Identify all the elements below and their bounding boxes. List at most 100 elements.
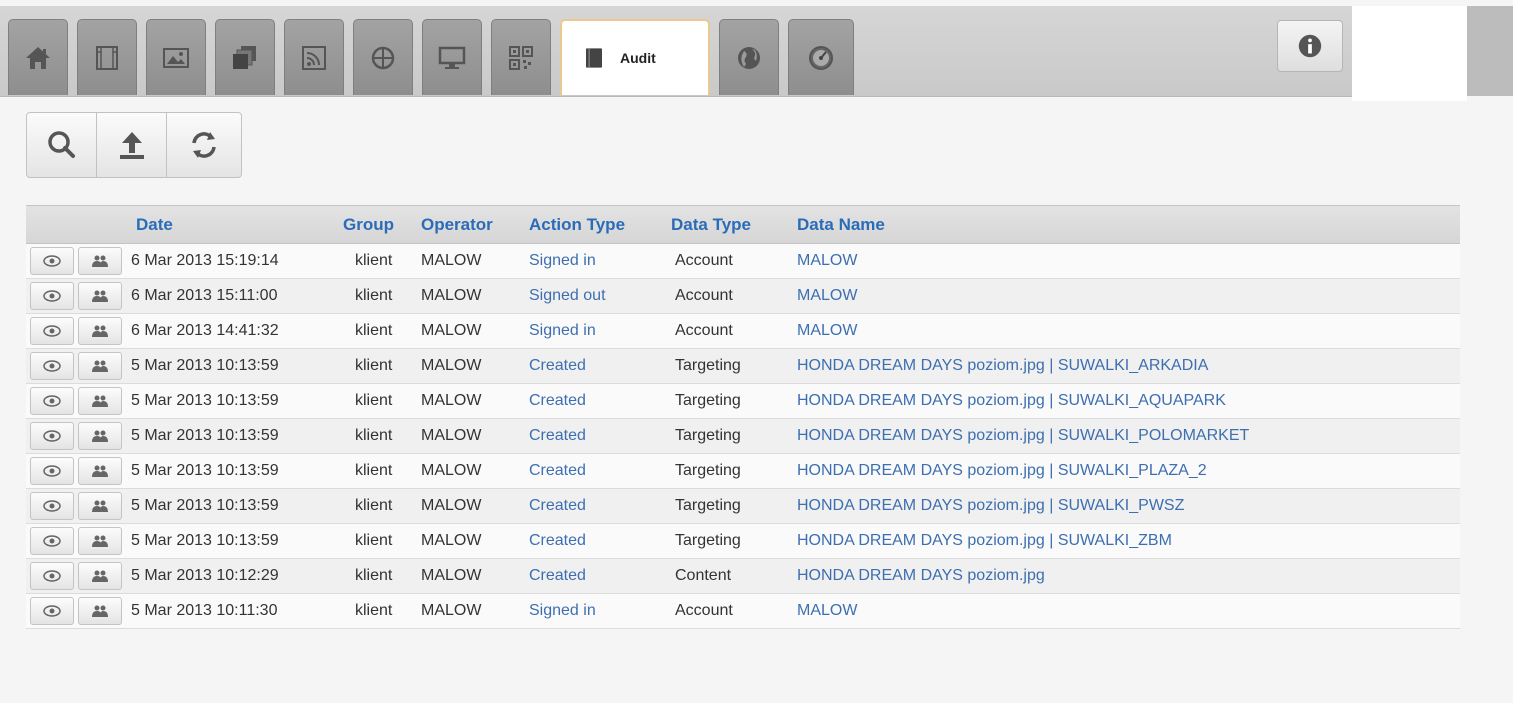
- tab-home[interactable]: [8, 19, 68, 95]
- users-button[interactable]: [78, 562, 122, 590]
- view-button[interactable]: [30, 282, 74, 310]
- view-button[interactable]: [30, 597, 74, 625]
- cell-data-type: Targeting: [675, 497, 741, 514]
- view-button[interactable]: [30, 317, 74, 345]
- eye-icon: [43, 500, 61, 512]
- users-button[interactable]: [78, 422, 122, 450]
- table-row: 5 Mar 2013 10:13:59 klient MALOW Created Tar…: [26, 489, 1460, 524]
- table-row: 5 Mar 2013 10:13:59 klient MALOW Created Tar…: [26, 349, 1460, 384]
- cell-group: klient: [355, 252, 393, 269]
- view-button[interactable]: [30, 457, 74, 485]
- eye-icon: [43, 430, 61, 442]
- cell-date: 5 Mar 2013 10:11:30: [131, 602, 278, 619]
- cell-operator: MALOW: [421, 427, 482, 444]
- cell-date: 5 Mar 2013 10:13:59: [131, 497, 279, 514]
- cell-data-name[interactable]: MALOW: [797, 322, 857, 340]
- tab-film[interactable]: [77, 19, 137, 95]
- users-button[interactable]: [78, 352, 122, 380]
- column-header-group[interactable]: Group: [343, 215, 394, 235]
- users-button[interactable]: [78, 247, 122, 275]
- cell-data-name[interactable]: HONDA DREAM DAYS poziom.jpg | SUWALKI_AR…: [797, 357, 1208, 375]
- cell-data-name[interactable]: MALOW: [797, 602, 857, 620]
- cell-data-name[interactable]: HONDA DREAM DAYS poziom.jpg | SUWALKI_PW…: [797, 497, 1184, 515]
- refresh-icon: [192, 132, 216, 158]
- tab-gauge[interactable]: [788, 19, 854, 95]
- table-row: 6 Mar 2013 14:41:32 klient MALOW Signed in A…: [26, 314, 1460, 349]
- users-button[interactable]: [78, 387, 122, 415]
- view-button[interactable]: [30, 352, 74, 380]
- cell-action-type[interactable]: Signed in: [529, 602, 596, 620]
- table-row: 5 Mar 2013 10:12:29 klient MALOW Created Con…: [26, 559, 1460, 594]
- view-button[interactable]: [30, 247, 74, 275]
- column-header-data-type[interactable]: Data Type: [671, 215, 751, 235]
- tab-qr[interactable]: [491, 19, 551, 95]
- cell-action-type[interactable]: Created: [529, 357, 586, 375]
- action-toolbar: [26, 112, 242, 178]
- column-header-date[interactable]: Date: [136, 215, 173, 235]
- eye-icon: [43, 290, 61, 302]
- tab-target[interactable]: [353, 19, 413, 95]
- monitor-icon: [438, 46, 466, 69]
- view-button[interactable]: [30, 562, 74, 590]
- cell-data-name[interactable]: HONDA DREAM DAYS poziom.jpg | SUWALKI_AQ…: [797, 392, 1226, 410]
- cell-data-name[interactable]: HONDA DREAM DAYS poziom.jpg | SUWALKI_PL…: [797, 462, 1207, 480]
- cell-data-name[interactable]: HONDA DREAM DAYS poziom.jpg: [797, 567, 1045, 585]
- refresh-button[interactable]: [167, 113, 241, 177]
- eye-icon: [43, 535, 61, 547]
- search-button[interactable]: [27, 113, 97, 177]
- users-button[interactable]: [78, 492, 122, 520]
- view-button[interactable]: [30, 422, 74, 450]
- column-header-data-name[interactable]: Data Name: [797, 215, 885, 235]
- cell-data-type: Targeting: [675, 532, 741, 549]
- column-header-operator[interactable]: Operator: [421, 215, 493, 235]
- users-button[interactable]: [78, 317, 122, 345]
- tab-monitor[interactable]: [422, 19, 482, 95]
- tab-globe[interactable]: [719, 19, 779, 95]
- home-icon: [26, 46, 50, 69]
- view-button[interactable]: [30, 492, 74, 520]
- info-button[interactable]: [1277, 20, 1343, 72]
- cell-data-name[interactable]: MALOW: [797, 252, 857, 270]
- cell-action-type[interactable]: Signed in: [529, 322, 596, 340]
- users-button[interactable]: [78, 527, 122, 555]
- cell-action-type[interactable]: Signed in: [529, 252, 596, 270]
- cell-data-type: Targeting: [675, 392, 741, 409]
- eye-icon: [43, 255, 61, 267]
- cell-data-type: Content: [675, 567, 732, 584]
- users-button[interactable]: [78, 457, 122, 485]
- table-row: 5 Mar 2013 10:13:59 klient MALOW Created Tar…: [26, 454, 1460, 489]
- cell-data-type: Targeting: [675, 357, 741, 374]
- search-icon: [47, 131, 75, 158]
- cell-action-type[interactable]: Created: [529, 497, 586, 515]
- tab-rss[interactable]: [284, 19, 344, 95]
- tab-images[interactable]: [146, 19, 206, 95]
- cell-data-name[interactable]: MALOW: [797, 287, 857, 305]
- upload-button[interactable]: [97, 113, 167, 177]
- cell-action-type[interactable]: Created: [529, 532, 586, 550]
- users-button[interactable]: [78, 282, 122, 310]
- view-button[interactable]: [30, 527, 74, 555]
- book-icon: [586, 48, 602, 68]
- cell-data-type: Account: [675, 252, 733, 269]
- cell-data-name[interactable]: HONDA DREAM DAYS poziom.jpg | SUWALKI_ZB…: [797, 532, 1172, 550]
- eye-icon: [43, 360, 61, 372]
- users-button[interactable]: [78, 597, 122, 625]
- view-button[interactable]: [30, 387, 74, 415]
- cell-operator: MALOW: [421, 602, 482, 619]
- cell-action-type[interactable]: Created: [529, 567, 586, 585]
- cell-action-type[interactable]: Created: [529, 427, 586, 445]
- tab-audit[interactable]: Audit: [560, 19, 710, 95]
- cell-operator: MALOW: [421, 322, 482, 339]
- cell-operator: MALOW: [421, 497, 482, 514]
- tab-layers[interactable]: [215, 19, 275, 95]
- users-icon: [92, 255, 108, 267]
- image-icon: [163, 47, 189, 68]
- eye-icon: [43, 570, 61, 582]
- cell-data-name[interactable]: HONDA DREAM DAYS poziom.jpg | SUWALKI_PO…: [797, 427, 1249, 445]
- column-header-action-type[interactable]: Action Type: [529, 215, 625, 235]
- users-icon: [92, 500, 108, 512]
- table-row: 5 Mar 2013 10:13:59 klient MALOW Created Tar…: [26, 419, 1460, 454]
- cell-action-type[interactable]: Created: [529, 462, 586, 480]
- cell-action-type[interactable]: Created: [529, 392, 586, 410]
- cell-action-type[interactable]: Signed out: [529, 287, 606, 305]
